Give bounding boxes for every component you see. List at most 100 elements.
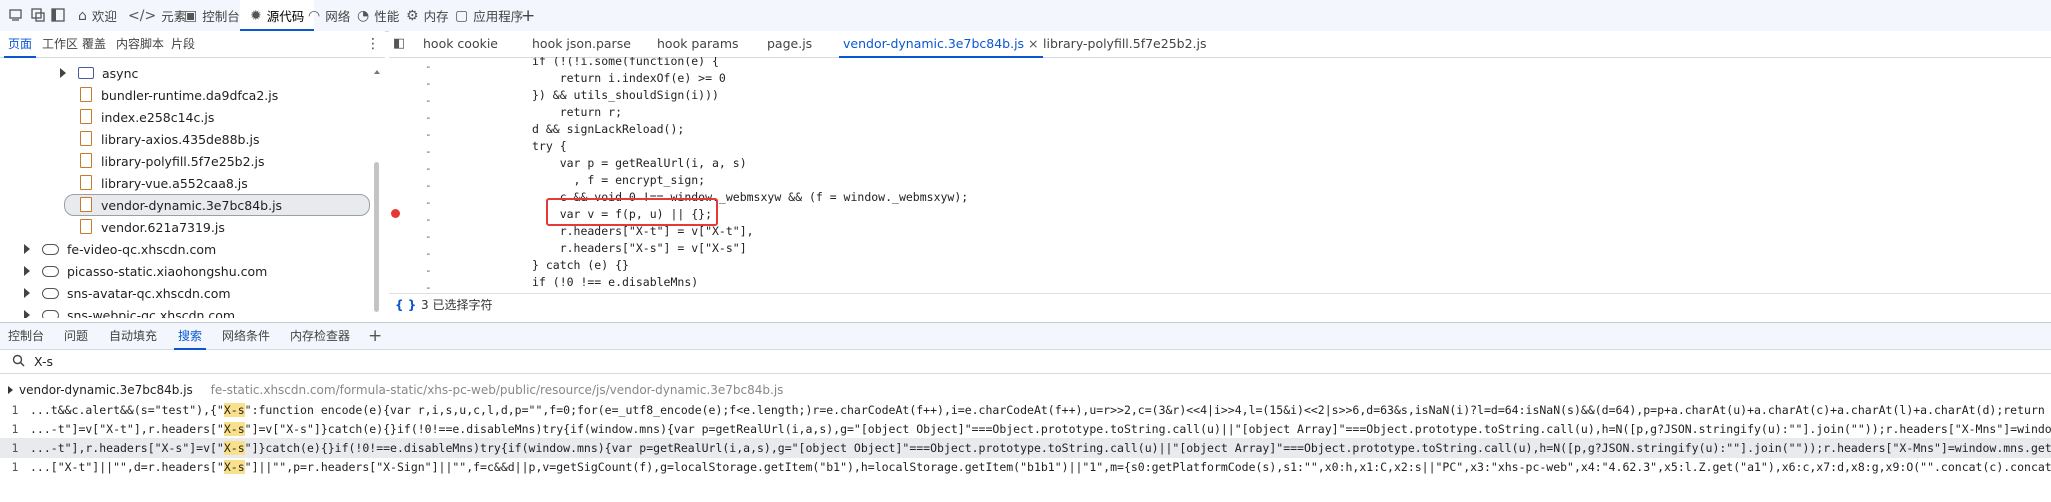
- tree-file[interactable]: vendor.621a7319.js: [80, 217, 225, 239]
- breakpoint-marker[interactable]: [391, 209, 400, 218]
- tab-performance[interactable]: ◔ 性能: [357, 0, 399, 31]
- code-line[interactable]: }) && utils_shouldSign(i))): [532, 87, 719, 104]
- code-line[interactable]: return i.indexOf(e) >= 0: [532, 70, 726, 87]
- code-line[interactable]: d && signLackReload();: [532, 121, 684, 138]
- editor-scrollbar[interactable]: [389, 57, 397, 292]
- search-result-line-selected[interactable]: 1 ...-t"],r.headers["X-s"]=v["X-s"]}catch…: [0, 438, 2051, 458]
- tab-memory-inspector[interactable]: 内存检查器: [290, 323, 350, 349]
- gutter-mark: -: [425, 162, 432, 175]
- search-icon: [12, 354, 25, 367]
- tree-file[interactable]: bundler-runtime.da9dfca2.js: [80, 85, 278, 107]
- editor-tab[interactable]: page.js: [767, 31, 812, 57]
- add-tab-button[interactable]: +: [521, 0, 535, 31]
- code-line[interactable]: if (!(!i.some(function(e) {: [532, 57, 719, 70]
- code-editor[interactable]: if (!(!i.some(function(e) { return i.ind…: [520, 57, 2051, 292]
- tab-content-scripts[interactable]: 内容脚本: [116, 31, 164, 57]
- scroll-up-icon[interactable]: [374, 70, 380, 74]
- cloud-icon: [42, 266, 59, 277]
- tree-domain[interactable]: fe-video-qc.xhscdn.com: [24, 239, 216, 261]
- code-line[interactable]: var p = getRealUrl(i, a, s): [532, 155, 747, 172]
- code-line[interactable]: try {: [532, 138, 567, 155]
- editor-tab[interactable]: library-polyfill.5f7e25b2.js: [1043, 31, 1207, 57]
- devtools-toolbar: ⌂ 欢迎 </> 元素 ▣ 控制台 ✹ 源代码 ◠ 网络 ◔ 性能 ⚙ 内存 ▢ 应用程序 +: [0, 0, 2051, 32]
- code-line[interactable]: , f = encrypt_sign;: [532, 172, 706, 189]
- gutter-mark: -: [425, 128, 432, 141]
- dock-sidebar-icon[interactable]: [50, 7, 66, 23]
- tree-domain[interactable]: sns-webpic-qc.xhscdn.com: [24, 305, 235, 318]
- expand-arrow-icon[interactable]: [24, 288, 30, 298]
- close-tab-icon[interactable]: ×: [1028, 36, 1038, 51]
- tab-page[interactable]: 页面: [3, 31, 37, 58]
- expand-arrow-icon[interactable]: [24, 244, 30, 254]
- file-icon: [80, 219, 92, 234]
- tree-folder-async[interactable]: async: [60, 63, 138, 85]
- tab-welcome[interactable]: ⌂ 欢迎: [78, 0, 117, 31]
- editor-tabs: ◧ hook cookie hook json.parse hook param…: [389, 31, 2051, 58]
- search-input[interactable]: [34, 352, 834, 370]
- gutter-mark: -: [425, 145, 432, 158]
- elements-icon: </>: [128, 7, 157, 24]
- selection-status: 3 已选择字符: [421, 298, 493, 312]
- cloud-icon: [42, 244, 59, 255]
- tree-file[interactable]: library-polyfill.5f7e25b2.js: [80, 151, 265, 173]
- tree-file[interactable]: library-axios.435de88b.js: [80, 129, 259, 151]
- search-result-line[interactable]: 1 ...-t"]=v["X-t"],r.headers["X-s"]=v["X-…: [0, 419, 2051, 439]
- pretty-print-icon[interactable]: { }: [395, 294, 416, 316]
- tab-autofill[interactable]: 自动填充: [109, 323, 157, 349]
- tab-search[interactable]: 搜索: [173, 323, 207, 350]
- more-options-icon[interactable]: ⋮: [366, 31, 380, 57]
- editor-tab[interactable]: hook cookie: [423, 31, 498, 57]
- tree-domain[interactable]: sns-avatar-qc.xhscdn.com: [24, 283, 231, 305]
- editor-tab[interactable]: hook json.parse: [532, 31, 631, 57]
- tab-snippets[interactable]: 片段: [171, 31, 195, 57]
- scroll-thumb[interactable]: [374, 162, 379, 312]
- add-drawer-tab-button[interactable]: +: [368, 323, 382, 349]
- toggle-navigator-icon[interactable]: ◧: [393, 31, 405, 57]
- expand-arrow-icon[interactable]: [60, 68, 66, 78]
- annotation-highlight-box: [546, 198, 718, 226]
- cloud-icon: [42, 310, 59, 318]
- search-result-file[interactable]: vendor-dynamic.3e7bc84b.js fe-static.xhs…: [0, 380, 2051, 400]
- code-line[interactable]: if (!0 !== e.disableMns): [532, 274, 698, 291]
- gutter-mark: -: [425, 213, 432, 226]
- sources-icon: ✹: [250, 7, 262, 24]
- tree-file[interactable]: index.e258c14c.js: [80, 107, 214, 129]
- search-row: [0, 349, 2051, 374]
- tab-console-drawer[interactable]: 控制台: [8, 323, 44, 349]
- tab-workspace[interactable]: 工作区: [42, 31, 78, 57]
- tree-file-selected[interactable]: vendor-dynamic.3e7bc84b.js: [80, 195, 282, 217]
- tab-elements[interactable]: </> 元素: [128, 0, 186, 31]
- device-toolbar-icon[interactable]: [8, 7, 24, 23]
- expand-arrow-icon[interactable]: [24, 310, 30, 318]
- gutter-mark: -: [425, 111, 432, 124]
- tab-application[interactable]: ▢ 应用程序: [455, 0, 523, 31]
- editor-tab-active[interactable]: vendor-dynamic.3e7bc84b.js ×: [839, 31, 1043, 58]
- tab-network[interactable]: ◠ 网络: [308, 0, 350, 31]
- code-line[interactable]: } catch (e) {}: [532, 257, 629, 274]
- expand-arrow-icon[interactable]: [24, 266, 30, 276]
- tree-scrollbar[interactable]: [372, 70, 382, 320]
- file-icon: [80, 175, 92, 190]
- memory-icon: ⚙: [406, 7, 419, 24]
- tab-sources[interactable]: ✹ 源代码: [240, 0, 315, 31]
- tree-file[interactable]: library-vue.a552caa8.js: [80, 173, 248, 195]
- search-result-line[interactable]: 1 ...t&&c.alert&&(s="test"),{"X-s":functi…: [0, 400, 2051, 420]
- tab-overrides[interactable]: 覆盖: [82, 31, 106, 57]
- tab-console[interactable]: ▣ 控制台: [184, 0, 240, 31]
- console-icon: ▣: [184, 7, 198, 24]
- tab-network-conditions[interactable]: 网络条件: [222, 323, 270, 349]
- gutter-mark: -: [425, 77, 432, 90]
- tab-issues[interactable]: 问题: [64, 323, 88, 349]
- expand-arrow-icon[interactable]: [8, 386, 13, 394]
- code-line[interactable]: return r;: [532, 104, 622, 121]
- search-result-line[interactable]: 1 ...["X-t"]||"",d=r.headers["X-s"]||"",p…: [0, 457, 2051, 477]
- code-line[interactable]: r.headers["X-s"] = v["X-s"]: [532, 240, 747, 257]
- editor-tab[interactable]: hook params: [657, 31, 739, 57]
- application-icon: ▢: [455, 7, 469, 24]
- tab-memory[interactable]: ⚙ 内存: [406, 0, 449, 31]
- inspect-element-icon[interactable]: [30, 7, 46, 23]
- file-tree: async bundler-runtime.da9dfca2.js index.…: [0, 58, 385, 318]
- tree-domain[interactable]: picasso-static.xiaohongshu.com: [24, 261, 267, 283]
- file-icon: [80, 87, 92, 102]
- file-icon: [80, 131, 92, 146]
